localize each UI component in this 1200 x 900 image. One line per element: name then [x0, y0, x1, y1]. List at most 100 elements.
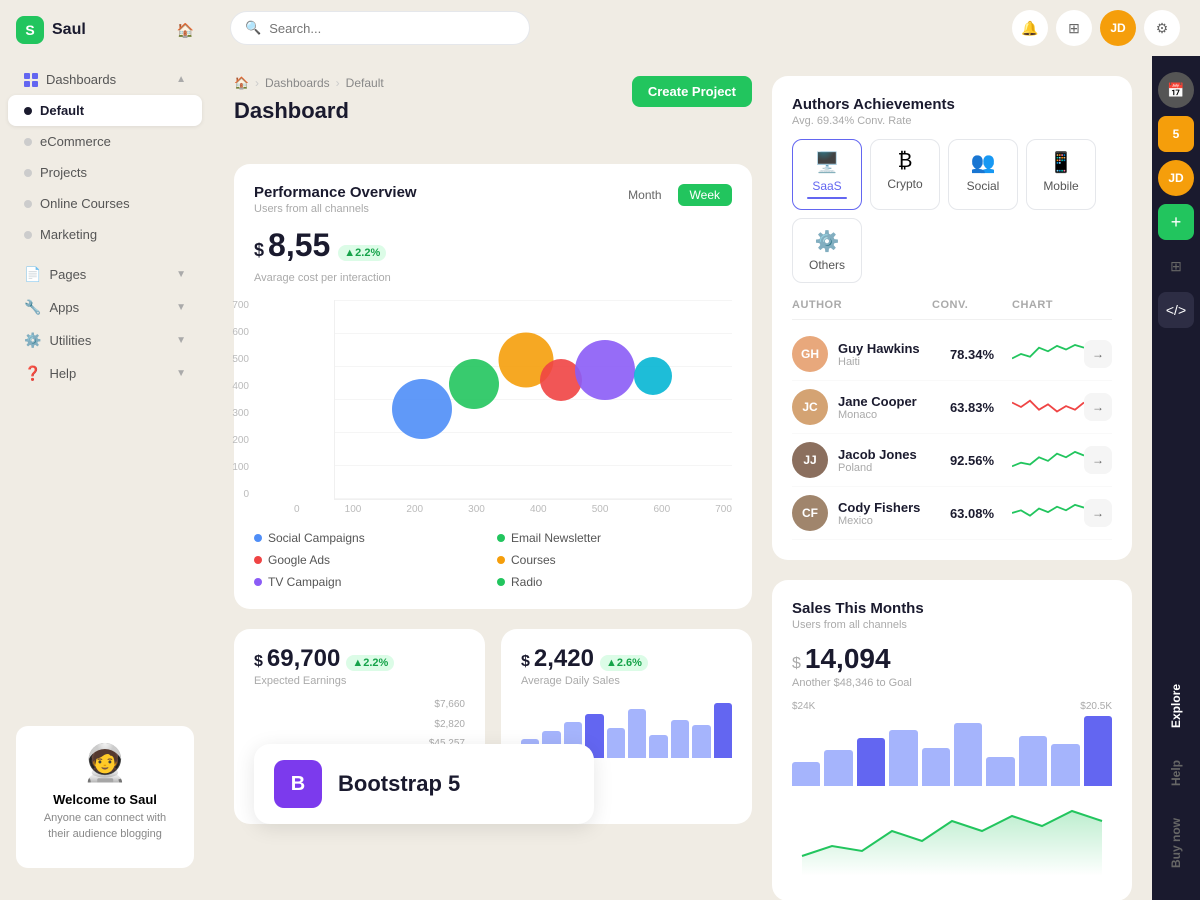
tab-week[interactable]: Week — [678, 184, 732, 206]
breadcrumb-default[interactable]: Default — [346, 76, 384, 90]
right-sidebar: 📅 5 JD + ⊞ </> Explore Help Buy now — [1152, 56, 1200, 900]
author-info: CF Cody Fishers Mexico — [792, 495, 932, 531]
user-avatar[interactable]: JD — [1100, 10, 1136, 46]
sidebar-item-default[interactable]: Default — [8, 95, 202, 126]
table-header: AUTHOR CONV. CHART — [792, 299, 1112, 320]
calendar-icon[interactable]: 📅 — [1158, 72, 1194, 108]
chart-cell: → — [1012, 392, 1112, 422]
grid-button[interactable]: ⊞ — [1056, 10, 1092, 46]
active-dot — [24, 107, 32, 115]
earnings-badge: ▲2.2% — [346, 655, 394, 671]
code-icon[interactable]: </> — [1158, 292, 1194, 328]
bootstrap-label: Bootstrap 5 — [338, 771, 460, 797]
brand: S Saul 🏠 — [0, 16, 210, 64]
sidebar-item-label: Default — [40, 103, 84, 118]
search-input[interactable] — [269, 21, 515, 36]
view-button[interactable]: → — [1084, 393, 1112, 421]
saas-tab-label: SaaS — [812, 179, 841, 193]
author-tab-others[interactable]: ⚙️ Others — [792, 218, 862, 283]
grid-icon-right[interactable]: ⊞ — [1158, 248, 1194, 284]
y-axis: 7006005004003002001000 — [214, 300, 249, 500]
author-name: Jane Cooper — [838, 394, 917, 409]
breadcrumb: 🏠 › Dashboards › Default — [234, 76, 384, 90]
buy-now-tab[interactable]: Buy now — [1161, 802, 1191, 884]
author-tab-social[interactable]: 👥 Social — [948, 139, 1018, 210]
brand-icon: S — [16, 16, 44, 44]
author-location: Poland — [838, 462, 917, 474]
sidebar-item-projects[interactable]: Projects — [8, 157, 202, 188]
chevron-icon: ▼ — [176, 302, 186, 313]
dashboards-icon — [24, 73, 38, 87]
search-box[interactable]: 🔍 — [230, 11, 530, 45]
author-info: GH Guy Hawkins Haiti — [792, 336, 932, 372]
author-tab-mobile[interactable]: 📱 Mobile — [1026, 139, 1096, 210]
author-tab-saas[interactable]: 🖥️ SaaS — [792, 139, 862, 210]
page-title: Dashboard — [234, 98, 384, 124]
author-tab-crypto[interactable]: ₿ Crypto — [870, 139, 940, 210]
create-project-button[interactable]: Create Project — [632, 76, 752, 107]
sales-subtitle: Users from all channels — [792, 619, 1112, 631]
mobile-tab-label: Mobile — [1043, 179, 1078, 193]
sales-bar-chart — [792, 716, 1112, 786]
performance-card: Performance Overview Users from all chan… — [234, 164, 752, 609]
author-location: Monaco — [838, 409, 917, 421]
mini-chart — [1012, 445, 1084, 475]
sidebar-item-label: Dashboards — [46, 72, 116, 87]
chevron-icon: ▼ — [176, 269, 186, 280]
conv-value: 63.08% — [932, 506, 1012, 521]
footer-title: Welcome to Saul — [32, 792, 178, 807]
mobile-icon: 📱 — [1049, 150, 1074, 175]
daily-sales-value: $ 2,420 — [521, 645, 594, 673]
legend-dot — [254, 556, 262, 564]
bubble-chart-area: 7006005004003002001000 — [254, 300, 732, 500]
view-button[interactable]: → — [1084, 499, 1112, 527]
author-name: Jacob Jones — [838, 447, 917, 462]
sidebar-nav: Dashboards ▲ Default eCommerce Projects — [0, 64, 210, 710]
sidebar-item-pages[interactable]: 📄 Pages ▼ — [8, 258, 202, 291]
legend-item: Social Campaigns — [254, 531, 489, 545]
view-button[interactable]: → — [1084, 446, 1112, 474]
sidebar-item-utilities[interactable]: ⚙️ Utilities ▼ — [8, 324, 202, 357]
chart-cell: → — [1012, 339, 1112, 369]
user-avatar-right[interactable]: JD — [1158, 160, 1194, 196]
social-tab-label: Social — [967, 179, 1000, 193]
pages-icon: 📄 — [24, 266, 41, 283]
bubble — [575, 340, 635, 400]
topbar: 🔍 🔔 ⊞ JD ⚙ — [210, 0, 1200, 56]
authors-title: Authors Achievements — [792, 96, 955, 113]
legend-dot — [254, 534, 262, 542]
sidebar-item-apps[interactable]: 🔧 Apps ▼ — [8, 291, 202, 324]
conv-value: 78.34% — [932, 347, 1012, 362]
conv-value: 63.83% — [932, 400, 1012, 415]
bootstrap-overlay: B Bootstrap 5 — [254, 744, 594, 824]
table-row: GH Guy Hawkins Haiti 78.34% → — [792, 328, 1112, 381]
notifications-button[interactable]: 🔔 — [1012, 10, 1048, 46]
breadcrumb-dashboards[interactable]: Dashboards — [265, 76, 330, 90]
author-name: Cody Fishers — [838, 500, 920, 515]
dot-icon — [24, 231, 32, 239]
crypto-icon: ₿ — [898, 150, 913, 173]
explore-tab[interactable]: Explore — [1161, 668, 1191, 744]
content-right: Authors Achievements Avg. 69.34% Conv. R… — [772, 56, 1152, 900]
authors-header: Authors Achievements Avg. 69.34% Conv. R… — [792, 96, 1112, 127]
legend-dot — [497, 534, 505, 542]
sidebar-item-online-courses[interactable]: Online Courses — [8, 188, 202, 219]
topbar-right: 🔔 ⊞ JD ⚙ — [1012, 10, 1180, 46]
sidebar-item-dashboards[interactable]: Dashboards ▲ — [8, 64, 202, 95]
sidebar-item-ecommerce[interactable]: eCommerce — [8, 126, 202, 157]
view-button[interactable]: → — [1084, 340, 1112, 368]
performance-subtitle: Users from all channels — [254, 203, 417, 215]
legend-item: Courses — [497, 553, 732, 567]
expected-earnings-label: Expected Earnings — [254, 675, 465, 687]
add-button[interactable]: + — [1158, 204, 1194, 240]
sidebar-item-help[interactable]: ❓ Help ▼ — [8, 357, 202, 390]
notification-badge[interactable]: 5 — [1158, 116, 1194, 152]
help-tab[interactable]: Help — [1161, 744, 1191, 802]
authors-card: Authors Achievements Avg. 69.34% Conv. R… — [772, 76, 1132, 560]
area-chart — [792, 796, 1112, 881]
sidebar-item-marketing[interactable]: Marketing — [8, 219, 202, 250]
tab-month[interactable]: Month — [616, 184, 673, 206]
settings-button[interactable]: ⚙ — [1144, 10, 1180, 46]
author-tabs: 🖥️ SaaS ₿ Crypto 👥 Social 📱 Mobile — [792, 139, 1112, 283]
apps-icon: 🔧 — [24, 299, 41, 316]
